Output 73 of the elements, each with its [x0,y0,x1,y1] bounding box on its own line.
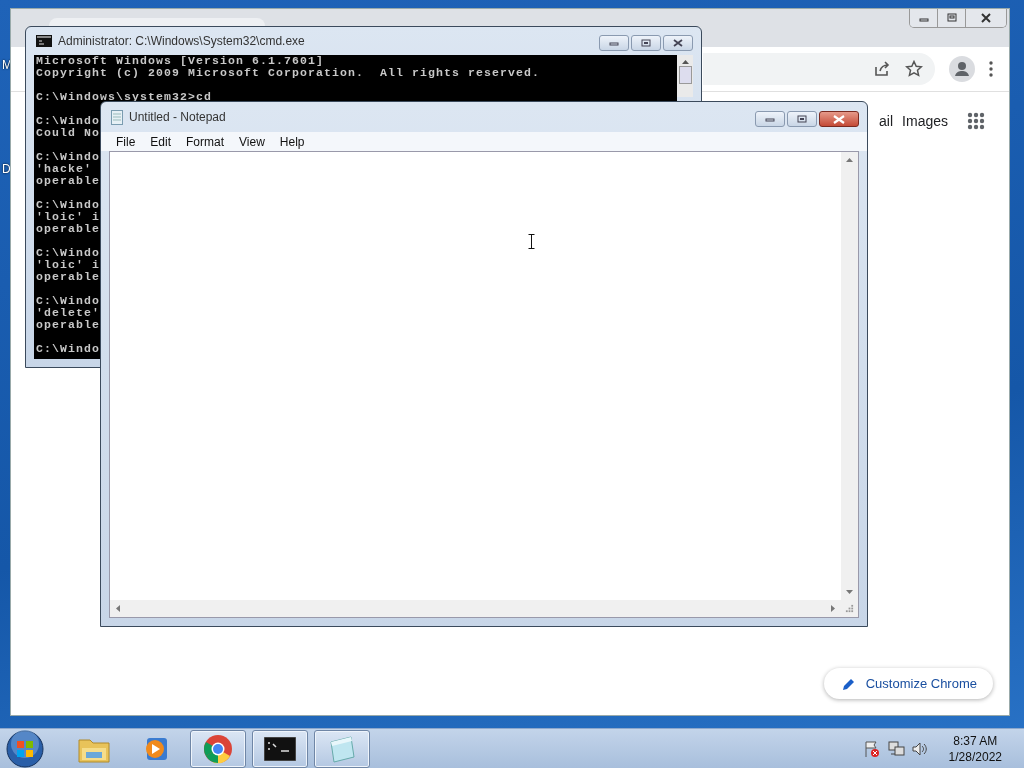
minimize-icon [765,116,775,122]
customize-button[interactable]: Customize Chrome [823,668,993,699]
console-line: Copyright (c) 2009 Microsoft Corporation. All rights reserved. [36,67,541,79]
down-arrow-icon[interactable] [846,590,853,594]
apps-grid-icon[interactable] [967,112,985,130]
console-line: 'delete' [36,307,100,319]
share-icon[interactable] [873,60,891,78]
menu-icon[interactable] [989,61,993,77]
left-arrow-icon[interactable] [116,605,120,612]
console-line: C:\Windo [36,199,100,211]
menu-item[interactable]: Edit [143,134,180,149]
up-arrow-icon[interactable] [681,60,689,64]
pencil-icon [841,676,856,691]
notepad-icon [327,733,357,764]
horizontal-scrollbar[interactable] [110,600,841,617]
console-line: C:\Windo [36,295,100,307]
flag-alert-icon[interactable] [862,739,881,758]
star-icon[interactable] [905,60,923,78]
console-line: operable [36,319,100,331]
clock-time[interactable]: 8:37 AM [953,732,998,749]
header-link[interactable]: ail [879,113,894,129]
menu-item[interactable]: Help [272,134,313,149]
browser-icon [203,733,233,764]
close-icon [833,114,845,124]
maximize-icon [797,115,807,123]
vertical-scrollbar[interactable] [841,152,858,600]
header-link[interactable]: Images [902,113,948,129]
maximize-button[interactable] [938,9,966,27]
window-title: Administrator: C:\Windows\System32\cmd.exe [58,34,305,48]
profile-icon[interactable] [949,56,975,82]
clock-date[interactable]: 1/28/2022 [948,748,1002,765]
menu-item[interactable]: File [109,134,144,149]
console-line: 'loic' i [36,259,100,271]
minimize-button[interactable] [755,111,785,127]
menu-item[interactable]: View [232,134,273,149]
console-line: C:\Windo [36,115,100,127]
close-icon [980,13,992,23]
text-cursor-icon [528,234,535,249]
desktop-icon-label[interactable]: D [2,162,11,176]
console-icon [36,35,52,47]
taskbar-button[interactable] [252,729,308,768]
scrollbar[interactable] [677,55,693,97]
console-line: C:\Windo [36,247,100,259]
minimize-button[interactable] [599,35,629,51]
up-arrow-icon[interactable] [846,158,853,162]
network-icon[interactable] [886,739,905,758]
console-line: 'loic' i [36,211,100,223]
minimize-button[interactable] [910,9,938,27]
menu-item[interactable]: Format [179,134,233,149]
console-line: Could No [36,127,100,139]
console-line: 'hacke' [36,163,92,175]
console-line: operable [36,223,100,235]
window-title: Untitled - Notepad [129,110,226,124]
notepad-icon [111,109,123,125]
maximize-button[interactable] [631,35,661,51]
maximize-button[interactable] [787,111,817,127]
close-button[interactable] [663,35,693,51]
console-line: Microsoft Windows [Version 6.1.7601] [36,55,325,67]
scrollbar-thumb[interactable] [678,66,692,84]
maximize-icon [946,13,957,23]
close-icon [673,39,683,47]
console-line: C:\Windo [36,343,100,355]
console-line: operable [36,271,100,283]
start-button[interactable] [6,729,44,768]
maximize-icon [641,39,651,47]
close-button[interactable] [819,111,859,127]
close-button[interactable] [966,9,1006,27]
minimize-icon [609,40,619,46]
right-arrow-icon[interactable] [831,605,835,612]
console-line: C:\Windo [36,151,100,163]
console-icon [264,736,296,761]
console-line: operable [36,175,100,187]
console-line: C:\Windows\system32>cd [36,91,213,103]
